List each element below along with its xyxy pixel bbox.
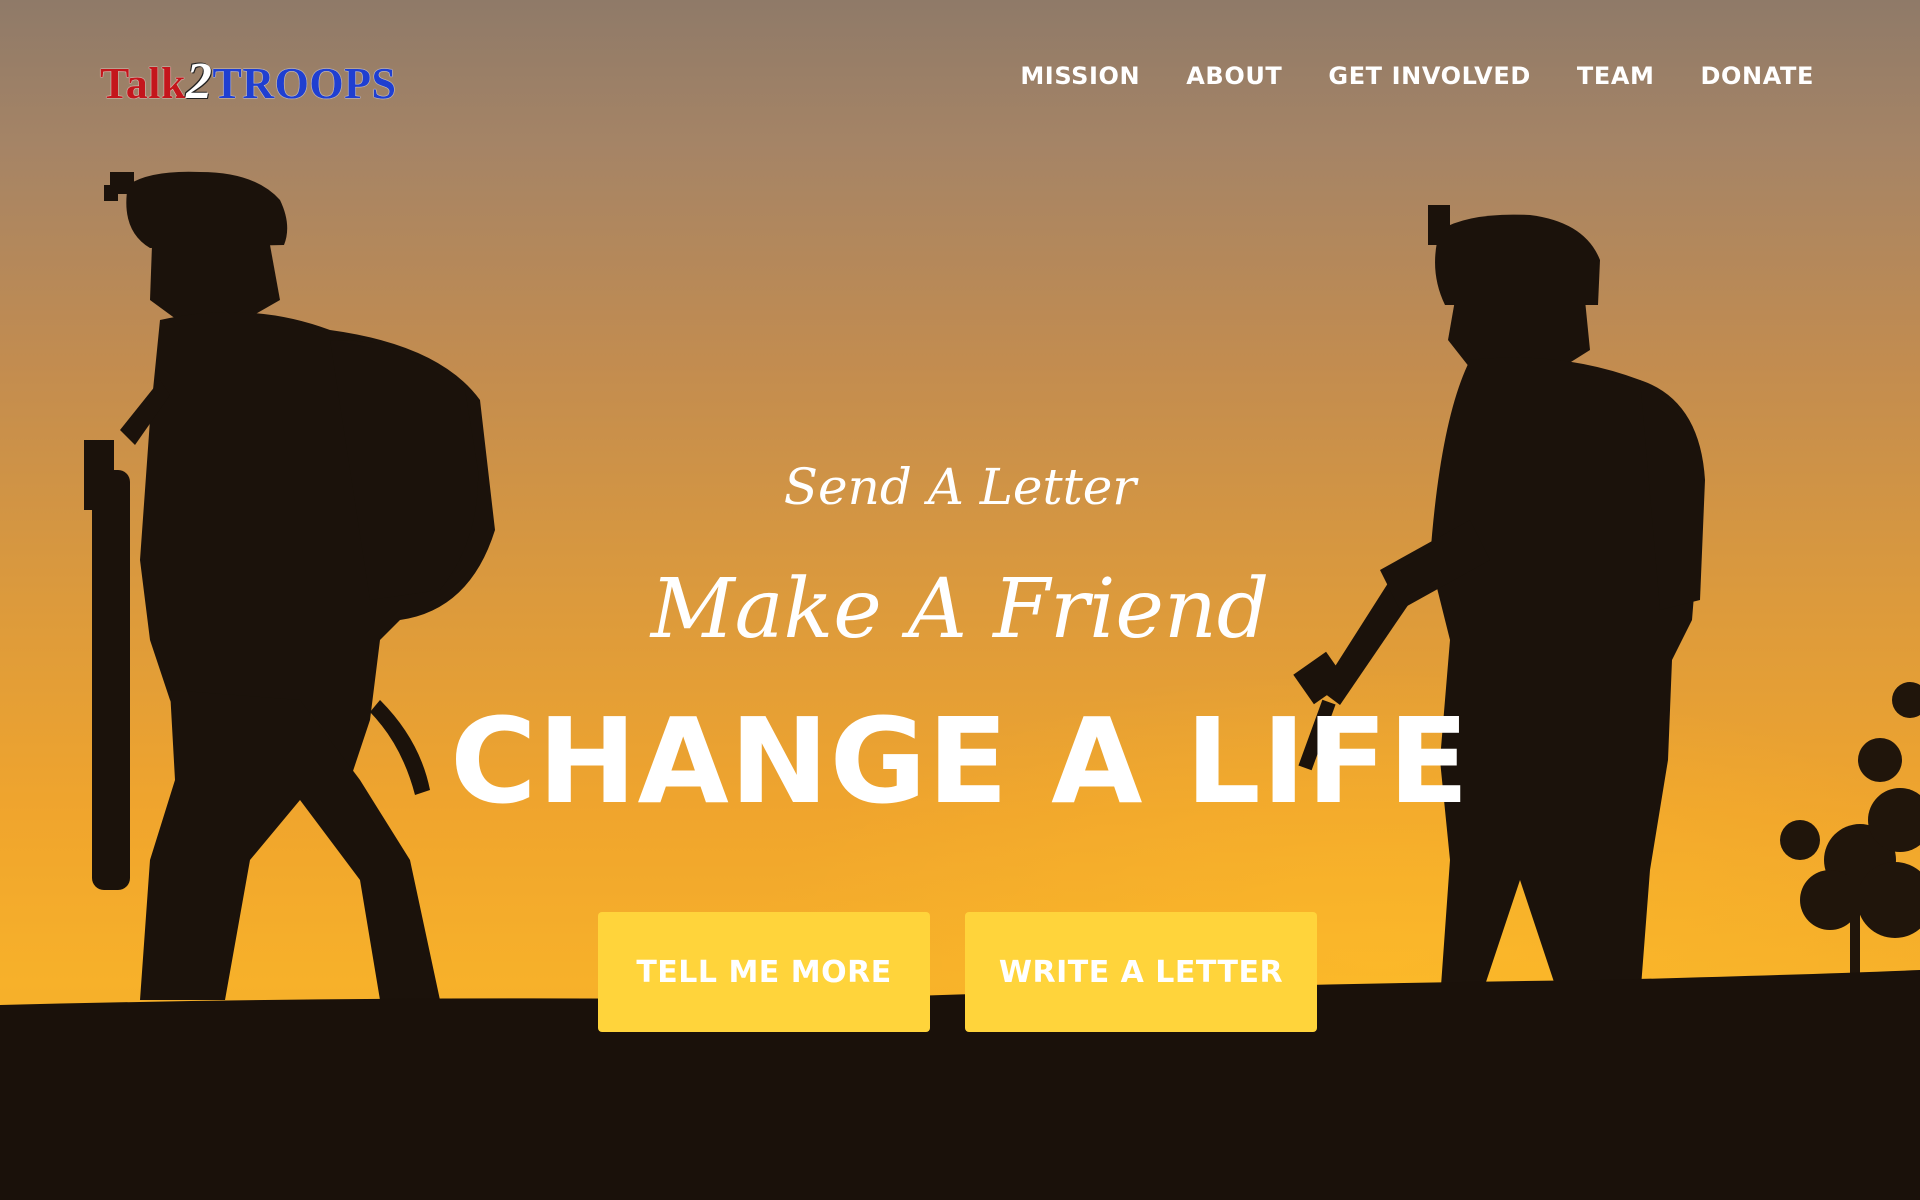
write-a-letter-button[interactable]: WRITE A LETTER <box>965 912 1317 1032</box>
hero-tagline-send: Send A Letter <box>783 458 1137 516</box>
tell-me-more-button[interactable]: TELL ME MORE <box>598 912 930 1032</box>
logo-text-troops: TROOPS <box>212 59 397 108</box>
nav-item-mission[interactable]: MISSION <box>1020 62 1140 90</box>
hero-headline: CHANGE A LIFE <box>450 692 1470 830</box>
nav-item-donate[interactable]: DONATE <box>1701 62 1815 90</box>
hero-tagline-make: Make A Friend <box>650 562 1270 657</box>
main-nav: MISSION ABOUT GET INVOLVED TEAM DONATE <box>1020 62 1814 90</box>
logo-text-2: 2 <box>186 53 213 110</box>
nav-item-get-involved[interactable]: GET INVOLVED <box>1328 62 1530 90</box>
talk2troops-logo[interactable]: Talk2TROOPS <box>100 54 396 110</box>
nav-item-about[interactable]: ABOUT <box>1186 62 1282 90</box>
nav-item-team[interactable]: TEAM <box>1577 62 1655 90</box>
logo-text-talk: Talk <box>100 59 187 108</box>
